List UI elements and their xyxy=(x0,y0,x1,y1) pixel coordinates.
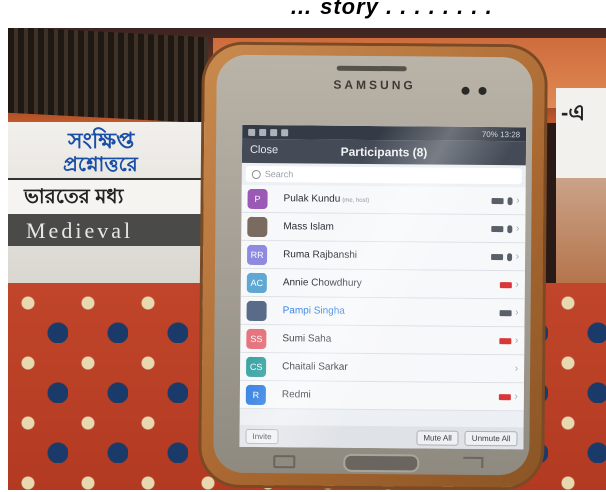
participant-row[interactable]: P Pulak Kundu (me, host) › xyxy=(241,184,526,216)
chevron-right-icon: › xyxy=(514,335,519,347)
photo: সংক্ষিপ্ত প্রশ্নোত্তরে ভারতের মধ্য Medie… xyxy=(8,28,606,490)
participant-status: › xyxy=(498,335,519,347)
avatar xyxy=(247,216,268,237)
participant-name-text: Chaitali Sarkar xyxy=(282,361,348,373)
avatar xyxy=(246,300,267,321)
notification-icon xyxy=(281,128,289,136)
video-icon xyxy=(490,225,504,232)
microphone-icon xyxy=(506,224,513,233)
smartphone: SAMSUNG 70% 13:28 Close Participants (8)… xyxy=(201,44,545,488)
participant-status: › xyxy=(490,223,520,235)
microphone-icon xyxy=(507,196,513,205)
avatar: CS xyxy=(246,356,267,377)
participant-status: › xyxy=(499,307,519,319)
participant-status: › xyxy=(498,391,518,403)
avatar: SS xyxy=(246,328,267,349)
chevron-right-icon: › xyxy=(516,195,520,207)
close-button[interactable]: Close xyxy=(250,144,278,156)
participant-row[interactable]: AC Annie Chowdhury › xyxy=(240,268,525,300)
chevron-right-icon: › xyxy=(514,391,518,403)
microphone-icon xyxy=(506,252,512,261)
participant-name: Pulak Kundu (me, host) xyxy=(284,193,492,206)
unmute-all-button[interactable]: Unmute All xyxy=(464,430,518,446)
participant-name-text: Annie Chowdhury xyxy=(282,277,362,289)
participant-row[interactable]: Pampi Singha › xyxy=(240,296,525,328)
status-right: 70% 13:28 xyxy=(482,129,520,138)
chevron-right-icon: › xyxy=(515,307,519,319)
participant-tag: (me, host) xyxy=(342,197,370,204)
participant-row[interactable]: SS Sumi Saha › xyxy=(240,324,525,356)
video-off-icon xyxy=(498,337,512,344)
participant-name: Ruma Rajbanshi xyxy=(283,249,491,262)
phone-screen: 70% 13:28 Close Participants (8) Search … xyxy=(239,124,527,450)
participants-header: Close Participants (8) xyxy=(241,138,527,166)
search-input[interactable]: Search xyxy=(245,165,522,185)
mute-all-button[interactable]: Mute All xyxy=(416,429,459,446)
participant-name: Mass Islam xyxy=(283,221,491,234)
book-spine xyxy=(8,28,208,124)
book-title-bengali-right: -এ xyxy=(561,100,586,125)
search-icon xyxy=(251,169,261,179)
notification-icon xyxy=(259,128,267,136)
participant-status: › xyxy=(490,251,520,263)
participant-name-text: Redmi xyxy=(281,389,311,401)
invite-button[interactable]: Invite xyxy=(245,428,279,444)
book-title-bengali-3: ভারতের মধ্য xyxy=(24,186,124,208)
participant-name: Redmi xyxy=(282,389,499,402)
front-camera-icon xyxy=(461,86,470,95)
battery-level: 70% xyxy=(481,129,498,139)
search-placeholder: Search xyxy=(264,169,294,180)
home-button xyxy=(343,453,420,473)
participant-status: › xyxy=(491,195,520,207)
participant-name-text: Mass Islam xyxy=(283,221,334,233)
participant-row[interactable]: Mass Islam › xyxy=(241,212,526,244)
avatar: R xyxy=(245,384,266,405)
participant-name: Pampi Singha xyxy=(283,305,500,318)
avatar: RR xyxy=(247,244,268,265)
video-off-icon xyxy=(499,281,512,288)
notification-icon xyxy=(248,128,256,136)
video-icon xyxy=(491,197,504,204)
back-key-icon xyxy=(463,456,484,468)
participant-actions: Invite Mute All Unmute All xyxy=(239,424,524,450)
sensor-icon xyxy=(478,86,487,95)
participant-name-text: Ruma Rajbanshi xyxy=(283,249,358,261)
avatar: AC xyxy=(246,272,267,293)
chevron-right-icon: › xyxy=(515,223,520,235)
participant-name: Chaitali Sarkar xyxy=(282,361,515,374)
video-icon xyxy=(490,253,503,260)
participant-row[interactable]: R Redmi › xyxy=(239,380,524,412)
notification-icon xyxy=(270,128,278,136)
participant-status: › xyxy=(515,363,518,374)
recent-apps-key-icon xyxy=(273,455,296,469)
participant-list: P Pulak Kundu (me, host) › Mass Islam › RR Ruma… xyxy=(239,184,526,412)
participant-status: › xyxy=(499,279,519,291)
phone-face: SAMSUNG 70% 13:28 Close Participants (8)… xyxy=(213,54,533,476)
participant-name: Sumi Saha xyxy=(282,333,499,346)
participants-title: Participants (8) xyxy=(340,144,428,160)
chevron-right-icon: › xyxy=(515,251,520,263)
clock: 13:28 xyxy=(500,129,521,139)
chevron-right-icon: › xyxy=(515,279,519,291)
participant-row[interactable]: RR Ruma Rajbanshi › xyxy=(240,240,526,272)
video-icon xyxy=(499,309,512,316)
caption-text: … story . . . . . . . . xyxy=(290,0,493,19)
video-off-icon xyxy=(498,393,511,400)
avatar: P xyxy=(247,188,268,209)
notification-icons xyxy=(248,128,289,136)
chevron-right-icon: › xyxy=(514,363,519,375)
participant-row[interactable]: CS Chaitali Sarkar › xyxy=(239,352,525,384)
participant-name-text: Pampi Singha xyxy=(282,305,345,317)
earpiece xyxy=(336,65,407,72)
participant-name: Annie Chowdhury xyxy=(283,277,500,290)
participant-name-text: Pulak Kundu xyxy=(283,193,341,205)
book-title-medieval: Medieval xyxy=(26,218,134,243)
book-title-bengali-2: প্রশ্নোত্তরে xyxy=(63,154,138,176)
participant-name-text: Sumi Saha xyxy=(282,333,332,345)
